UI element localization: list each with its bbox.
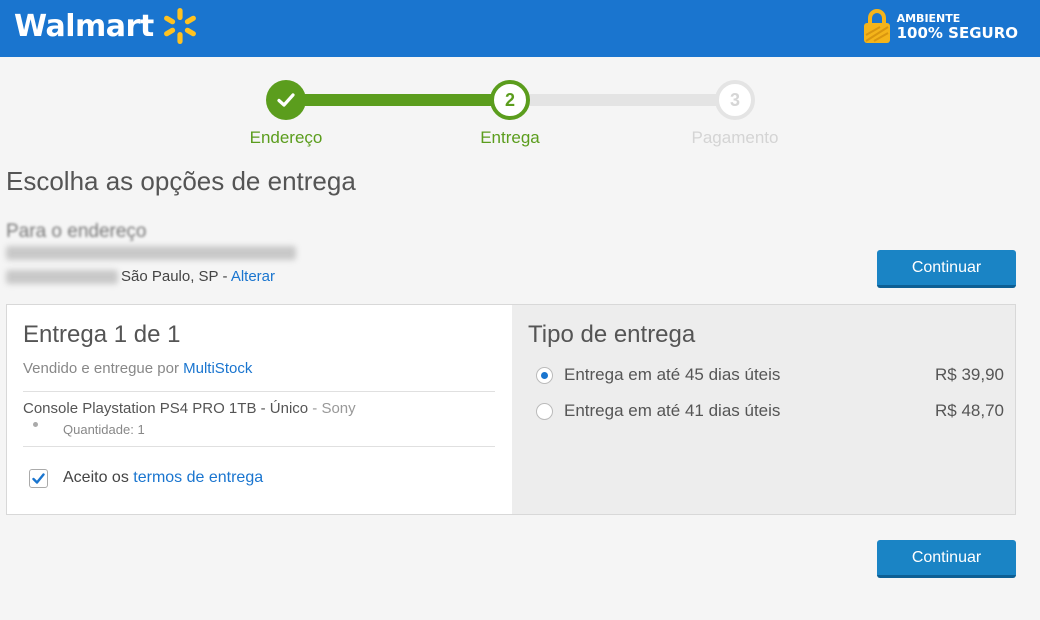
terms-link[interactable]: termos de entrega [133, 469, 263, 486]
divider [23, 446, 495, 447]
product-line: Console Playstation PS4 PRO 1TB - Único … [23, 400, 356, 417]
page-title: Escolha as opções de entrega [6, 166, 356, 196]
continue-button-bottom[interactable]: Continuar [877, 540, 1016, 578]
redacted-address-line [6, 246, 296, 260]
brand-name: Walmart [14, 8, 154, 44]
product-brand: - Sony [308, 400, 356, 417]
shipping-type-panel: Tipo de entrega Entrega em até 45 dias ú… [512, 305, 1015, 514]
terms-label: Aceito os termos de entrega [63, 469, 263, 487]
product-quantity: Quantidade: 1 [63, 422, 145, 437]
secure-badge: AMBIENTE 100% SEGURO [862, 8, 1018, 44]
step-1-circle [266, 80, 306, 120]
seller-line: Vendido e entregue por MultiStock [23, 360, 252, 377]
padlock-icon [863, 9, 890, 43]
address-city: São Paulo, SP - [121, 268, 231, 285]
step-2-circle: 2 [490, 80, 530, 120]
seller-prefix: Vendido e entregue por [23, 360, 184, 377]
delivery-card: Entrega 1 de 1 Vendido e entregue por Mu… [6, 304, 1016, 515]
divider [23, 391, 495, 392]
product-name: Console Playstation PS4 PRO 1TB - Único [23, 400, 309, 417]
shipping-option-price: R$ 48,70 [935, 401, 1004, 420]
address-heading: Para o endereço [6, 221, 147, 242]
continue-button-top[interactable]: Continuar [877, 250, 1016, 288]
secure-label-2: 100% SEGURO [896, 24, 1018, 42]
shipping-option-label: Entrega em até 41 dias úteis [564, 401, 781, 420]
shipping-type-title: Tipo de entrega [528, 321, 696, 348]
checkmark-icon [32, 473, 45, 484]
walmart-logo[interactable]: Walmart [14, 6, 200, 46]
radio-unselected[interactable] [536, 403, 553, 420]
step-3-circle: 3 [715, 80, 755, 120]
redacted-zip-line [6, 270, 118, 284]
stepper-progress-done [286, 94, 510, 106]
top-header: Walmart AMBIENTE 100% SEGURO [0, 0, 1040, 57]
terms-checkbox[interactable] [29, 469, 48, 488]
seller-link[interactable]: MultiStock [183, 360, 252, 377]
check-icon [277, 93, 295, 107]
shipping-option[interactable]: Entrega em até 41 dias úteis R$ 48,70 [536, 399, 1004, 425]
delivery-count-title: Entrega 1 de 1 [23, 321, 181, 348]
terms-prefix: Aceito os [63, 469, 134, 486]
change-address-link[interactable]: Alterar [231, 268, 275, 285]
step-1-label: Endereço [249, 128, 323, 147]
shipping-option[interactable]: Entrega em até 45 dias úteis R$ 39,90 [536, 363, 1004, 389]
step-3-label: Pagamento [691, 128, 779, 147]
radio-selected[interactable] [536, 367, 553, 384]
step-2-label: Entrega [480, 128, 540, 147]
stepper-progress-pending [510, 94, 735, 106]
shipping-option-price: R$ 39,90 [935, 365, 1004, 384]
delivery-details-panel: Entrega 1 de 1 Vendido e entregue por Mu… [7, 305, 512, 514]
spark-icon [163, 8, 196, 44]
shipping-option-label: Entrega em até 45 dias úteis [564, 365, 781, 384]
address-city-line: São Paulo, SP - Alterar [121, 268, 275, 285]
bullet-icon [33, 422, 38, 427]
